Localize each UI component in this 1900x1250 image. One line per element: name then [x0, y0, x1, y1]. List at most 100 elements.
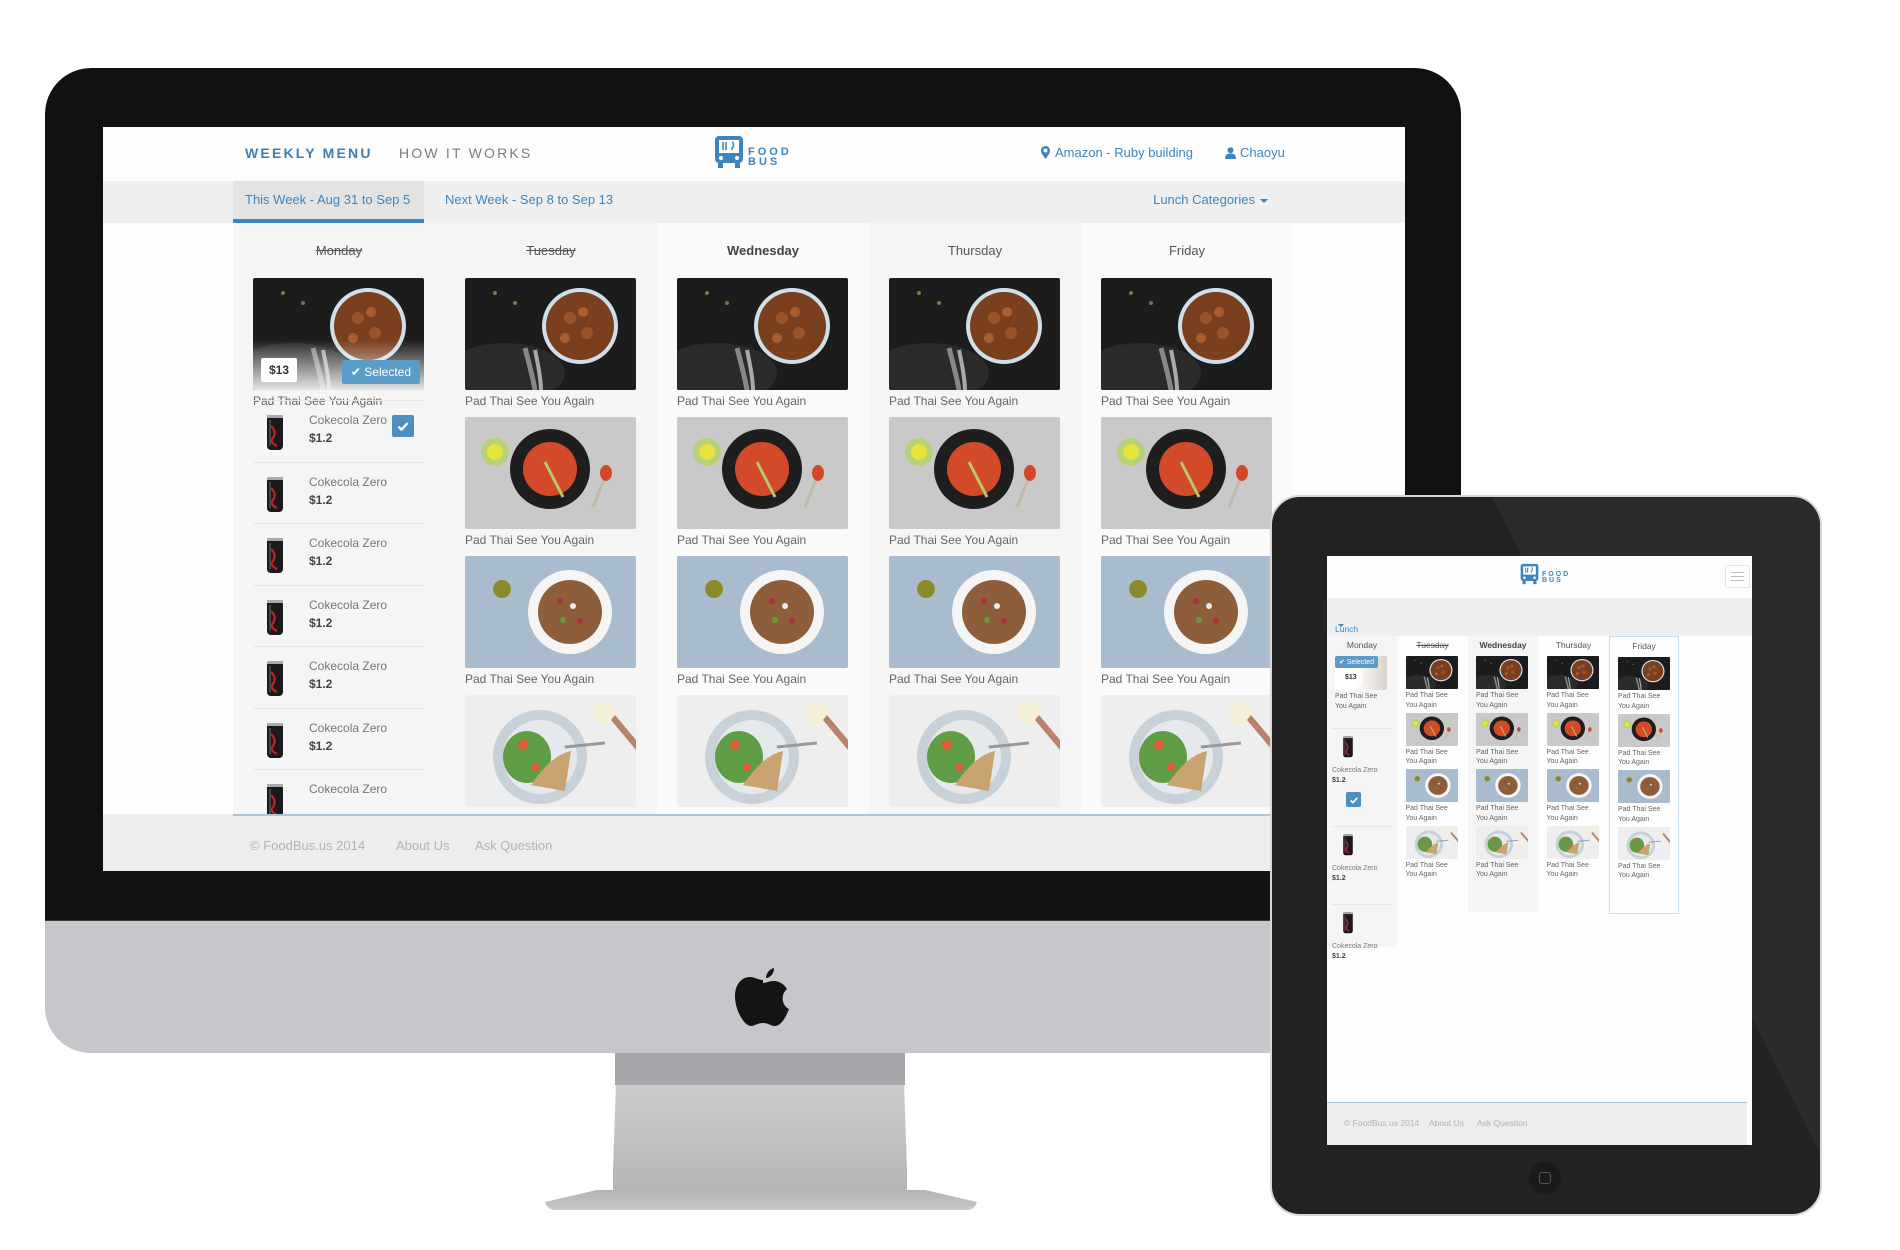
meal-photo[interactable]	[889, 417, 1060, 529]
drink-item[interactable]: Cokecola Zero $1.2	[253, 461, 424, 524]
drink-item[interactable]: Cokecola Zero $1.2	[1332, 904, 1392, 960]
footer-ask-link[interactable]: Ask Question	[1477, 1118, 1528, 1128]
drink-item[interactable]: Cokecola Zero $1.2	[253, 707, 424, 770]
meal-photo[interactable]	[1405, 656, 1458, 689]
drink-item[interactable]: Cokecola Zero $1.2	[253, 400, 424, 462]
meal-card[interactable]: Pad Thai See You Again	[1476, 825, 1528, 880]
meal-photo[interactable]: $13 ✔ Selected	[253, 278, 424, 390]
footer-ask-link[interactable]: Ask Question	[475, 838, 552, 853]
drink-item[interactable]: Cokecola Zero $1.2	[253, 523, 424, 585]
foodbus-logo[interactable]: FOOD BUS	[714, 135, 792, 169]
meal-photo[interactable]	[677, 556, 848, 668]
meal-photo[interactable]	[1546, 656, 1599, 689]
tab-this-week[interactable]: This Week - Aug 31 to Sep 5	[233, 181, 424, 223]
meal-photo[interactable]	[1405, 712, 1458, 746]
meal-card[interactable]: Pad Thai See You Again	[465, 417, 636, 547]
meal-card[interactable]: Pad Thai See You Again	[677, 278, 848, 408]
meal-card[interactable]: Pad Thai See You Again	[1546, 712, 1599, 767]
meal-card[interactable]	[889, 695, 1060, 807]
meal-photo[interactable]	[1101, 695, 1272, 807]
meal-photo[interactable]	[889, 556, 1060, 668]
drink-checkbox[interactable]	[1346, 792, 1361, 807]
meal-card[interactable]: Pad Thai See You Again	[1101, 417, 1272, 547]
drink-item[interactable]: Cokecola Zero	[253, 769, 424, 814]
selected-meal-card[interactable]: $13 ✔ Selected Pad Thai See You Again	[253, 278, 424, 408]
meal-photo[interactable]	[1618, 770, 1670, 803]
meal-photo[interactable]	[465, 417, 636, 529]
meal-card[interactable]: Pad Thai See You Again	[889, 278, 1060, 408]
meal-card[interactable]: Pad Thai See You Again	[465, 556, 636, 686]
meal-card[interactable]: Pad Thai See You Again	[1618, 770, 1670, 824]
drink-price: $1.2	[309, 554, 333, 568]
meal-card[interactable]: Pad Thai See You Again	[1546, 656, 1599, 710]
drink-item[interactable]: Cokecola Zero $1.2	[1332, 728, 1392, 807]
meal-photo[interactable]	[1405, 825, 1458, 859]
meal-card[interactable]: Pad Thai See You Again	[1405, 769, 1458, 823]
drink-checkbox[interactable]	[392, 415, 414, 437]
footer-about-link[interactable]: About Us	[1429, 1118, 1464, 1128]
meal-card[interactable]: Pad Thai See You Again	[889, 417, 1060, 547]
meal-card[interactable]: Pad Thai See You Again	[465, 278, 636, 408]
meal-photo[interactable]	[1618, 657, 1670, 690]
meal-card[interactable]: Pad Thai See You Again	[1405, 656, 1458, 710]
meal-photo[interactable]	[1101, 417, 1272, 529]
meal-card[interactable]	[677, 695, 848, 807]
meal-photo[interactable]	[889, 278, 1060, 390]
meal-card[interactable]: Pad Thai See You Again	[1476, 769, 1528, 823]
drink-item[interactable]: Cokecola Zero $1.2	[253, 584, 424, 647]
footer-about-link[interactable]: About Us	[396, 838, 449, 853]
meal-photo[interactable]: ✔ Selected $13	[1335, 656, 1387, 690]
meal-photo[interactable]	[1101, 278, 1272, 390]
meal-photo[interactable]	[465, 278, 636, 390]
meal-photo[interactable]	[1618, 713, 1670, 747]
selected-button[interactable]: ✔ Selected	[341, 360, 420, 384]
meal-photo[interactable]	[1476, 825, 1528, 859]
user-icon	[1225, 146, 1236, 159]
meal-photo[interactable]	[1546, 712, 1599, 746]
meal-card[interactable]: Pad Thai See You Again	[1101, 278, 1272, 408]
meal-card[interactable]: Pad Thai See You Again	[1618, 713, 1670, 768]
meal-photo[interactable]	[677, 278, 848, 390]
meal-card[interactable]	[1101, 695, 1272, 807]
meal-card[interactable]: Pad Thai See You Again	[889, 556, 1060, 686]
meal-photo[interactable]	[1546, 769, 1599, 802]
meal-photo[interactable]	[1546, 825, 1599, 859]
nav-how-it-works[interactable]: HOW IT WORKS	[399, 145, 532, 161]
nav-weekly-menu[interactable]: WEEKLY MENU	[245, 145, 373, 161]
drink-item[interactable]: Cokecola Zero $1.2	[253, 646, 424, 708]
meal-photo[interactable]	[1476, 769, 1528, 802]
drink-item[interactable]: Cokecola Zero $1.2	[1332, 826, 1392, 882]
foodbus-logo[interactable]: FOOD BUS	[1520, 563, 1570, 585]
selected-button[interactable]: ✔ Selected	[1335, 656, 1379, 668]
hamburger-menu-button[interactable]	[1725, 565, 1750, 588]
meal-photo[interactable]	[465, 695, 636, 807]
meal-card[interactable]	[465, 695, 636, 807]
meal-card[interactable]: Pad Thai See You Again	[1618, 657, 1670, 711]
user-menu[interactable]: Chaoyu	[1225, 145, 1285, 160]
tab-next-week[interactable]: Next Week - Sep 8 to Sep 13	[433, 181, 625, 223]
home-button-icon[interactable]	[1529, 1162, 1561, 1194]
meal-card[interactable]: Pad Thai See You Again	[1405, 825, 1458, 880]
location-link[interactable]: Amazon - Ruby building	[1041, 145, 1193, 160]
meal-photo[interactable]	[889, 695, 1060, 807]
meal-card[interactable]: Pad Thai See You Again	[1546, 769, 1599, 823]
meal-photo[interactable]	[465, 556, 636, 668]
meal-photo[interactable]	[1405, 769, 1458, 802]
meal-card[interactable]: Pad Thai See You Again	[1405, 712, 1458, 767]
meal-photo[interactable]	[677, 417, 848, 529]
meal-photo[interactable]	[1476, 656, 1528, 689]
meal-card[interactable]: Pad Thai See You Again	[677, 417, 848, 547]
meal-card[interactable]: Pad Thai See You Again	[1101, 556, 1272, 686]
meal-photo[interactable]	[1101, 556, 1272, 668]
meal-photo[interactable]	[1618, 826, 1670, 860]
meal-photo[interactable]	[677, 695, 848, 807]
lunch-categories-dropdown[interactable]: Lunch Categories	[1153, 181, 1268, 223]
meal-card[interactable]: Pad Thai See You Again	[1618, 826, 1670, 881]
meal-card[interactable]: Pad Thai See You Again	[1476, 712, 1528, 767]
meal-card[interactable]: Pad Thai See You Again	[1476, 656, 1528, 710]
meal-card[interactable]: Pad Thai See You Again	[677, 556, 848, 686]
selected-meal-card[interactable]: ✔ Selected $13 Pad Thai See You Again	[1335, 656, 1387, 711]
meal-card[interactable]: Pad Thai See You Again	[1546, 825, 1599, 880]
day-column-tuesday: Tuesday Pad Thai See You Again Pad Thai Se…	[445, 223, 657, 814]
meal-photo[interactable]	[1476, 712, 1528, 746]
